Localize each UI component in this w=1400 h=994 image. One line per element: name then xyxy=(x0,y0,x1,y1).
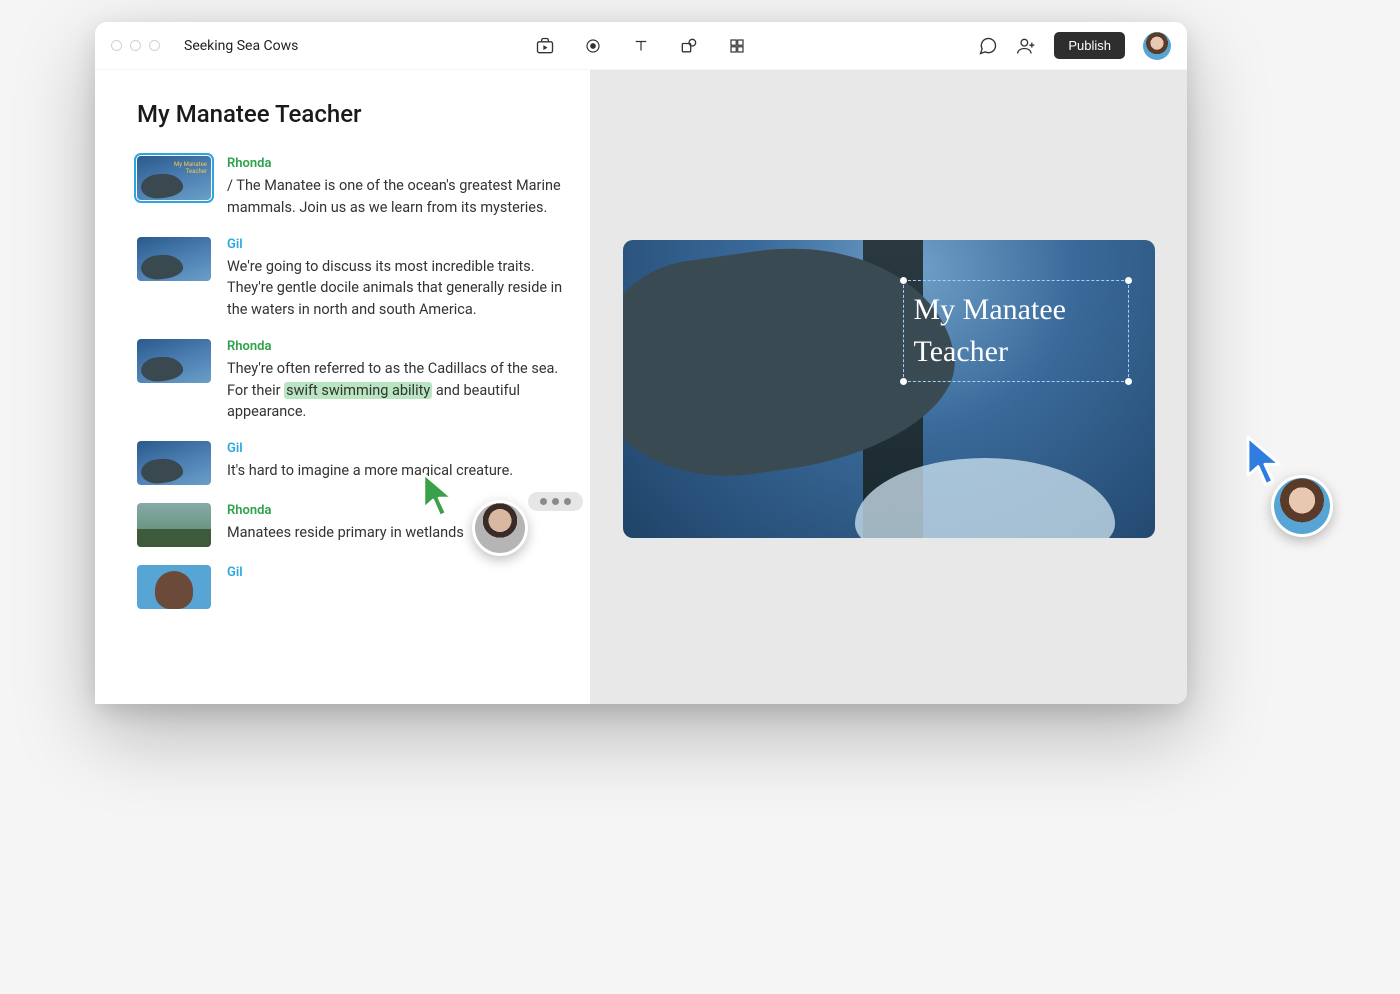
script-row[interactable]: Gil xyxy=(137,565,568,609)
speaker-label: Rhonda xyxy=(227,156,568,171)
content-area: My Manatee Teacher My ManateeTeacher Rho… xyxy=(95,70,1187,704)
toolbar-right: Publish xyxy=(978,32,1171,60)
slide-title-line: Teacher xyxy=(914,335,1008,368)
script-text[interactable]: Manatees reside primary in wetlands xyxy=(227,522,568,544)
speaker-label: Gil xyxy=(227,565,568,580)
slide-thumbnail[interactable] xyxy=(137,339,211,383)
script-row[interactable]: Gil We're going to discuss its most incr… xyxy=(137,237,568,321)
media-icon[interactable] xyxy=(535,36,555,56)
script-row[interactable]: Rhonda They're often referred to as the … xyxy=(137,339,568,423)
close-window[interactable] xyxy=(111,40,122,51)
publish-button[interactable]: Publish xyxy=(1054,32,1125,59)
slide-thumbnail[interactable] xyxy=(137,503,211,547)
script-text[interactable]: They're often referred to as the Cadilla… xyxy=(227,358,568,423)
script-panel: My Manatee Teacher My ManateeTeacher Rho… xyxy=(95,70,590,704)
titlebar: Seeking Sea Cows xyxy=(95,22,1187,70)
speaker-label: Gil xyxy=(227,441,568,456)
script-text[interactable]: We're going to discuss its most incredib… xyxy=(227,256,568,321)
script-row[interactable]: Rhonda Manatees reside primary in wetlan… xyxy=(137,503,568,547)
window-controls xyxy=(111,40,160,51)
slide-thumbnail[interactable] xyxy=(137,441,211,485)
current-user-avatar[interactable] xyxy=(1143,32,1171,60)
collaborator-avatar-gil xyxy=(1271,475,1333,537)
layout-icon[interactable] xyxy=(727,36,747,56)
highlighted-text[interactable]: swift swimming ability xyxy=(284,382,432,399)
slide-thumbnail[interactable] xyxy=(137,565,211,609)
page-title: My Manatee Teacher xyxy=(137,100,568,128)
add-person-icon[interactable] xyxy=(1016,36,1036,56)
shapes-icon[interactable] xyxy=(679,36,699,56)
record-icon[interactable] xyxy=(583,36,603,56)
script-row[interactable]: My ManateeTeacher Rhonda / The Manatee i… xyxy=(137,156,568,219)
text-icon[interactable] xyxy=(631,36,651,56)
speaker-label: Gil xyxy=(227,237,568,252)
slide-thumbnail[interactable] xyxy=(137,237,211,281)
speaker-label: Rhonda xyxy=(227,339,568,354)
toolbar-center xyxy=(535,36,747,56)
slide-title-text[interactable]: My Manatee Teacher xyxy=(904,281,1128,381)
chat-icon[interactable] xyxy=(978,36,998,56)
slide-title-line: My Manatee xyxy=(914,293,1066,326)
slide-thumbnail[interactable]: My ManateeTeacher xyxy=(137,156,211,200)
script-text[interactable]: It's hard to imagine a more magical crea… xyxy=(227,460,568,482)
script-text[interactable]: / The Manatee is one of the ocean's grea… xyxy=(227,175,568,219)
minimize-window[interactable] xyxy=(130,40,141,51)
canvas-panel: My Manatee Teacher xyxy=(590,70,1187,704)
document-title[interactable]: Seeking Sea Cows xyxy=(184,38,298,54)
text-selection-box[interactable]: My Manatee Teacher xyxy=(903,280,1129,382)
speaker-label: Rhonda xyxy=(227,503,568,518)
app-window: Seeking Sea Cows xyxy=(95,22,1187,704)
script-row[interactable]: Gil It's hard to imagine a more magical … xyxy=(137,441,568,485)
zoom-window[interactable] xyxy=(149,40,160,51)
slide-canvas[interactable]: My Manatee Teacher xyxy=(623,240,1155,538)
